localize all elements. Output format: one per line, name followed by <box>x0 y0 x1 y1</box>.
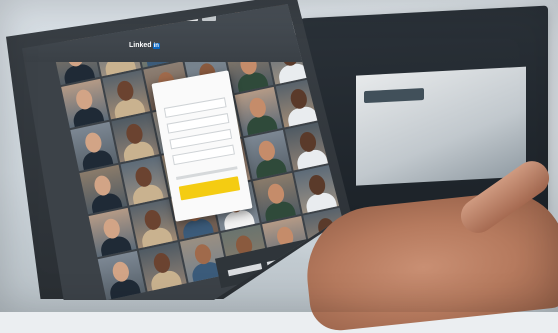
member-photo <box>252 172 301 223</box>
password-field[interactable] <box>172 144 235 166</box>
member-photo <box>243 129 292 180</box>
member-photo <box>129 199 178 249</box>
member-face <box>311 4 332 16</box>
logo-wordmark: Linked <box>129 42 152 49</box>
member-shoulders <box>308 9 342 33</box>
member-face <box>320 35 341 59</box>
member-photo <box>111 113 160 163</box>
member-photo <box>88 207 137 258</box>
member-photo <box>138 242 187 292</box>
member-shoulders <box>327 95 342 119</box>
member-photo <box>339 4 342 24</box>
member-photo <box>97 250 146 300</box>
member-shoulders <box>317 52 342 76</box>
join-now-button[interactable] <box>178 176 241 201</box>
logo-in-badge: in <box>152 42 160 49</box>
site-logo[interactable]: Linked in <box>129 42 160 49</box>
member-photo <box>79 164 128 215</box>
member-photo <box>70 121 119 172</box>
member-photo <box>298 4 342 33</box>
member-photo <box>61 78 110 129</box>
member-face <box>329 78 342 102</box>
member-face <box>339 121 342 145</box>
member-photo <box>102 69 151 120</box>
member-photo <box>234 86 283 137</box>
signup-subtitle <box>160 85 225 96</box>
member-photo <box>120 156 169 206</box>
